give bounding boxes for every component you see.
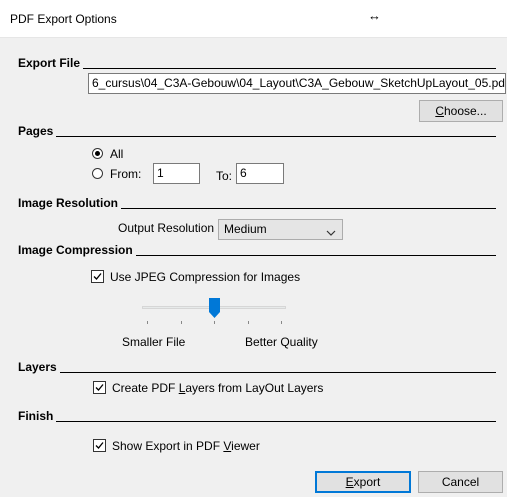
show-in-viewer-label: Show Export in PDF Viewer xyxy=(112,439,260,453)
checkmark-icon xyxy=(95,442,104,449)
section-heading: Finish xyxy=(18,409,54,423)
export-path-field[interactable]: 6_cursus\04_C3A-Gebouw\04_Layout\C3A_Geb… xyxy=(88,73,506,94)
export-path-value: 6_cursus\04_C3A-Gebouw\04_Layout\C3A_Geb… xyxy=(92,76,506,90)
section-divider xyxy=(135,254,496,256)
to-page-field[interactable]: 6 xyxy=(236,163,284,184)
slider-tick xyxy=(248,321,249,324)
to-label: To: xyxy=(216,169,233,183)
section-heading: Image Compression xyxy=(18,243,133,257)
jpeg-compression-checkbox[interactable] xyxy=(91,270,104,283)
from-page-field[interactable]: 1 xyxy=(153,163,200,184)
create-pdf-layers-label: Create PDF Layers from LayOut Layers xyxy=(112,381,323,395)
from-label: From: xyxy=(110,167,142,181)
all-pages-label: All xyxy=(110,147,124,161)
to-page-value: 6 xyxy=(240,166,247,180)
radio-all-pages[interactable] xyxy=(92,148,103,159)
slider-tick xyxy=(281,321,282,324)
section-finish: Finish xyxy=(18,409,496,423)
quality-slider-thumb[interactable] xyxy=(208,298,220,321)
output-resolution-label: Output Resolution xyxy=(118,221,215,235)
section-divider xyxy=(56,135,496,137)
section-pages: Pages xyxy=(18,124,496,138)
slider-tick xyxy=(181,321,182,324)
section-heading: Pages xyxy=(18,124,54,138)
choose-mnemonic: C xyxy=(435,104,444,118)
smaller-file-label: Smaller File xyxy=(122,335,186,349)
resize-cursor-icon: ↔ xyxy=(368,8,381,23)
window-title: PDF Export Options xyxy=(10,12,117,26)
section-divider xyxy=(59,371,496,373)
choose-label-rest: hoose... xyxy=(443,104,487,118)
jpeg-compression-label: Use JPEG Compression for Images xyxy=(110,270,301,284)
chevron-down-icon xyxy=(326,224,336,243)
slider-tick xyxy=(147,321,148,324)
section-divider xyxy=(121,207,496,209)
from-page-value: 1 xyxy=(157,166,164,180)
dialog-body: Export File 6_cursus\04_C3A-Gebouw\04_La… xyxy=(0,38,507,497)
section-heading: Image Resolution xyxy=(18,196,119,210)
title-bar: PDF Export Options ↔ xyxy=(0,0,507,38)
section-heading: Layers xyxy=(18,360,57,374)
section-layers: Layers xyxy=(18,360,496,374)
section-image-resolution: Image Resolution xyxy=(18,196,496,210)
create-pdf-layers-checkbox[interactable] xyxy=(93,381,106,394)
export-mnemonic: E xyxy=(345,475,354,489)
better-quality-label: Better Quality xyxy=(245,335,318,349)
slider-tick xyxy=(214,321,215,324)
checkmark-icon xyxy=(93,273,102,280)
checkmark-icon xyxy=(95,384,104,391)
label-part: Show Export in PDF xyxy=(112,439,224,453)
cancel-button[interactable]: Cancel xyxy=(418,471,503,493)
export-button[interactable]: Export xyxy=(315,471,411,493)
export-label-rest: xport xyxy=(353,475,381,489)
radio-page-range[interactable] xyxy=(92,168,103,179)
section-heading: Export File xyxy=(18,56,81,70)
section-export-file: Export File xyxy=(18,56,496,70)
output-resolution-select[interactable]: Medium xyxy=(218,219,343,240)
section-divider xyxy=(83,67,496,69)
label-part: iewer xyxy=(231,439,260,453)
section-divider xyxy=(56,420,496,422)
show-in-viewer-checkbox[interactable] xyxy=(93,439,106,452)
output-resolution-value: Medium xyxy=(224,222,267,236)
label-part: Create PDF xyxy=(112,381,179,395)
choose-button[interactable]: Choose... xyxy=(419,100,503,122)
label-mnemonic: V xyxy=(223,439,232,453)
section-image-compression: Image Compression xyxy=(18,243,496,257)
label-part: ayers from LayOut Layers xyxy=(185,381,324,395)
